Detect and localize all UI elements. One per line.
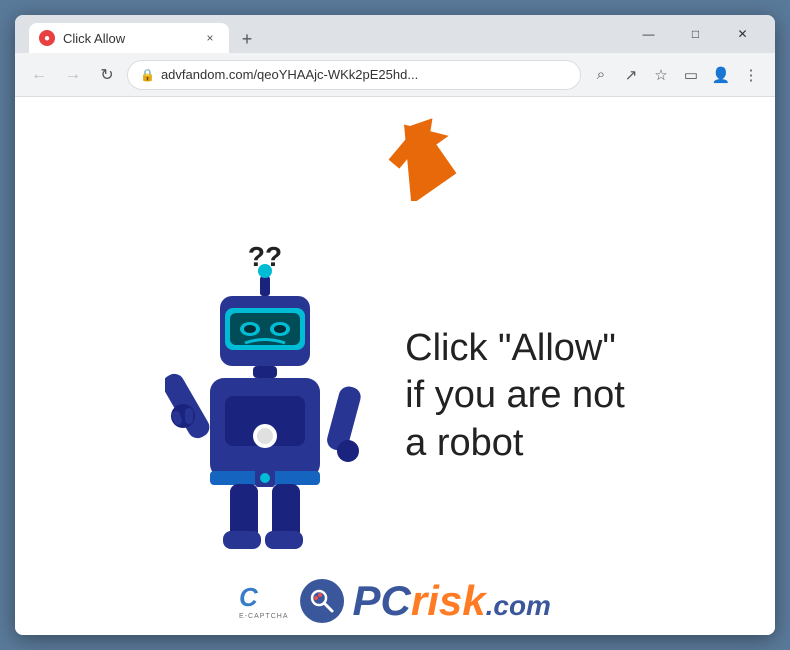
share-icon[interactable]: ↗ bbox=[617, 61, 645, 89]
robot-svg: ?? bbox=[165, 236, 365, 556]
toolbar-icons: ⌕ ↗ ☆ ▭ 👤 ⋮ bbox=[587, 61, 765, 89]
pc-text: PC bbox=[353, 577, 411, 625]
main-area: ?? bbox=[145, 216, 645, 576]
pcrisk-text-logo: PC risk .com bbox=[353, 577, 551, 625]
page-content: ?? bbox=[15, 97, 775, 635]
captcha-message: Click "Allow" if you are not a robot bbox=[405, 325, 625, 468]
click-allow-text: Click "Allow" if you are not a robot bbox=[405, 325, 625, 468]
ecaptcha-c-label: C bbox=[239, 582, 288, 613]
menu-icon[interactable]: ⋮ bbox=[737, 61, 765, 89]
active-tab[interactable]: ● Click Allow × bbox=[29, 23, 229, 53]
reload-button[interactable]: ↻ bbox=[93, 61, 121, 89]
url-bar[interactable]: 🔒 advfandom.com/qeoYHAAjc-WKk2pE25hd... bbox=[127, 60, 581, 90]
minimize-button[interactable]: — bbox=[626, 19, 671, 49]
url-text: advfandom.com/qeoYHAAjc-WKk2pE25hd... bbox=[161, 67, 568, 82]
address-bar: ← → ↻ 🔒 advfandom.com/qeoYHAAjc-WKk2pE25… bbox=[15, 53, 775, 97]
forward-button[interactable]: → bbox=[59, 61, 87, 89]
ecaptcha-label: E-CAPTCHA bbox=[239, 613, 288, 620]
lock-icon: 🔒 bbox=[140, 68, 155, 82]
arrow-pointer bbox=[370, 105, 450, 190]
tab-favicon: ● bbox=[39, 30, 55, 46]
dotcom-text: .com bbox=[486, 590, 551, 622]
bookmark-icon[interactable]: ☆ bbox=[647, 61, 675, 89]
watermark: C E-CAPTCHA PC risk .com bbox=[239, 577, 551, 625]
split-icon[interactable]: ▭ bbox=[677, 61, 705, 89]
robot-illustration: ?? bbox=[165, 236, 385, 556]
new-tab-button[interactable]: + bbox=[233, 25, 261, 53]
window-controls: — □ ✕ bbox=[626, 19, 765, 49]
back-button[interactable]: ← bbox=[25, 61, 53, 89]
tab-close-button[interactable]: × bbox=[201, 29, 219, 47]
ecaptcha-badge: C E-CAPTCHA bbox=[239, 582, 288, 620]
risk-text: risk bbox=[411, 577, 486, 625]
search-icon[interactable]: ⌕ bbox=[587, 61, 615, 89]
browser-window: ● Click Allow × + — □ ✕ ← → ↻ 🔒 advfando… bbox=[15, 15, 775, 635]
pointing-arrow-icon bbox=[370, 105, 450, 185]
title-bar: ● Click Allow × + — □ ✕ bbox=[15, 15, 775, 53]
tab-title: Click Allow bbox=[63, 31, 193, 46]
tabs-area: ● Click Allow × + bbox=[23, 15, 261, 53]
close-button[interactable]: ✕ bbox=[720, 19, 765, 49]
pcrisk-logo-icon bbox=[307, 585, 339, 617]
pcrisk-icon bbox=[301, 579, 345, 623]
maximize-button[interactable]: □ bbox=[673, 19, 718, 49]
profile-icon[interactable]: 👤 bbox=[707, 61, 735, 89]
